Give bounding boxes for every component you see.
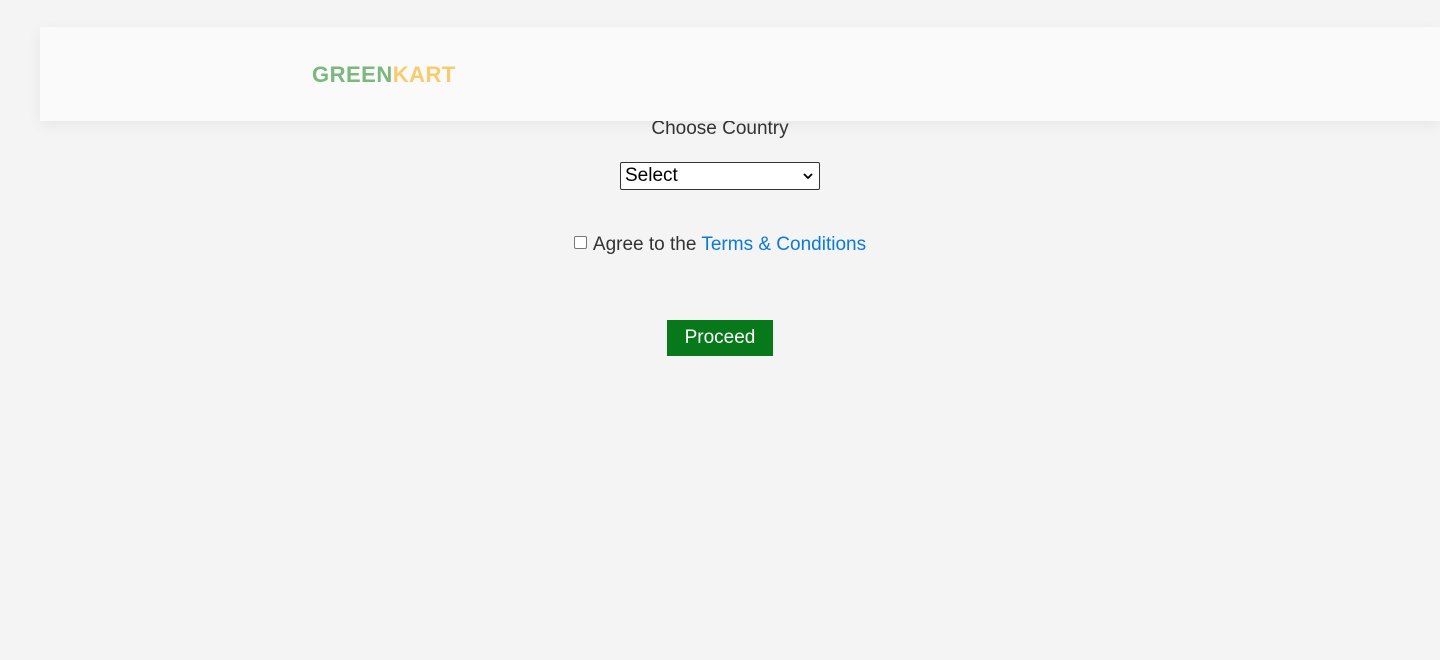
terms-checkbox[interactable]	[573, 236, 587, 250]
country-select[interactable]: Select	[620, 162, 820, 190]
terms-conditions-link[interactable]: Terms & Conditions	[701, 234, 866, 255]
site-header: GREENKART	[40, 27, 1440, 121]
terms-row: Agree to the Terms & Conditions	[0, 233, 1440, 257]
terms-prefix-text: Agree to the	[592, 234, 702, 255]
proceed-button[interactable]: Proceed	[667, 320, 773, 356]
logo-kart-text: KART	[392, 62, 456, 87]
logo-green-text: GREEN	[312, 62, 393, 87]
country-select-value: Select	[625, 165, 678, 186]
chevron-down-icon	[803, 171, 813, 181]
greenkart-logo[interactable]: GREENKART	[312, 61, 456, 89]
